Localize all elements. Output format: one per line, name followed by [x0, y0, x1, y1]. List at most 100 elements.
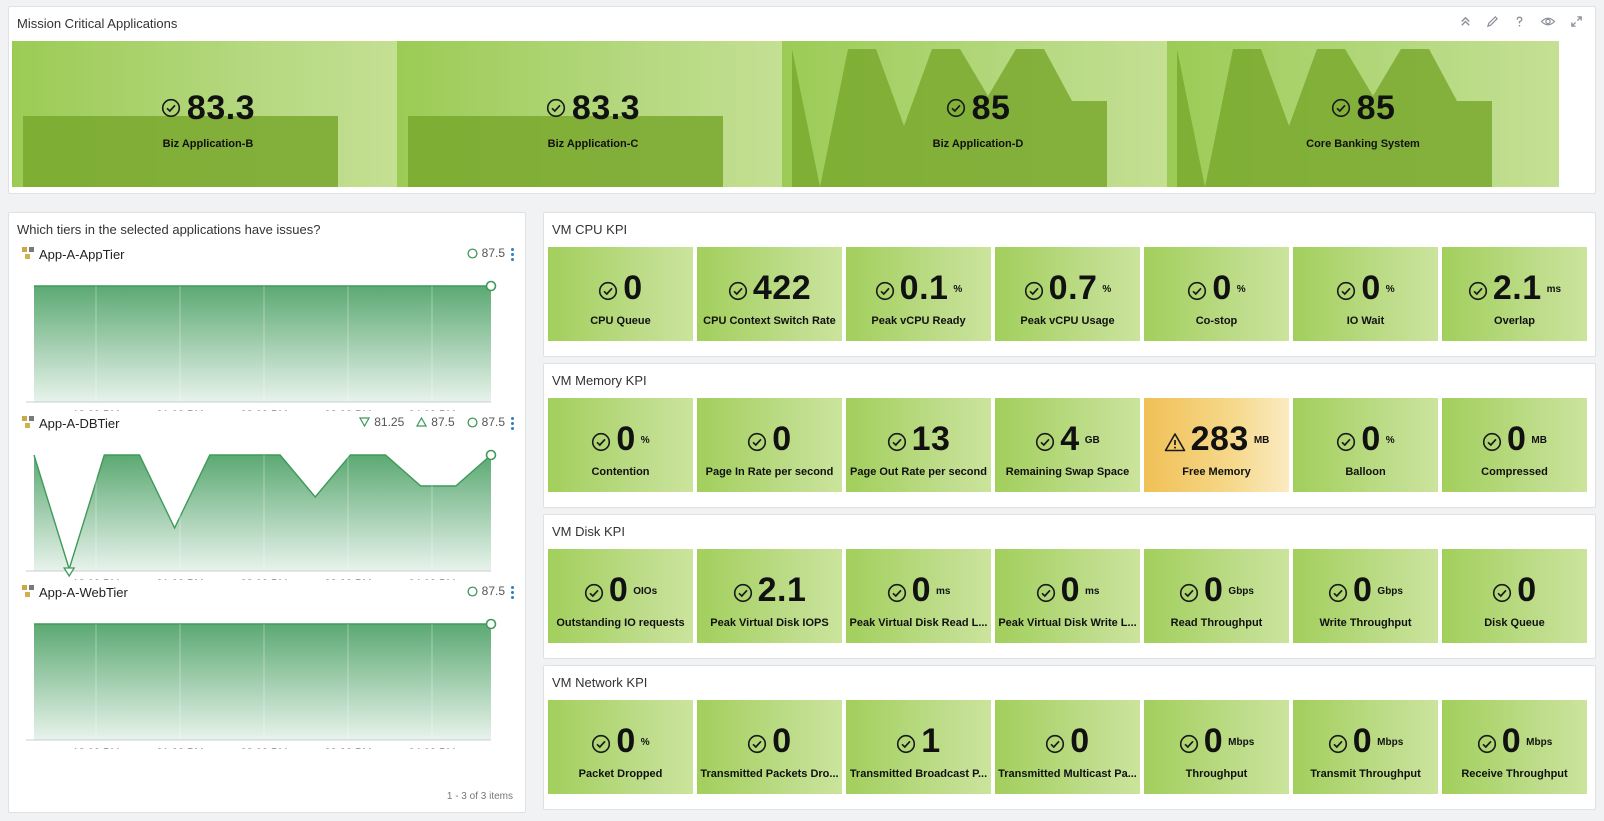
health-area [34, 624, 491, 740]
kpi-tile[interactable]: 0 MB Compressed [1442, 398, 1587, 492]
max-value: 87.5 [416, 415, 455, 429]
kpi-tile[interactable]: 0.7% Peak vCPU Usage [995, 247, 1140, 341]
kpi-value: 13 [911, 420, 951, 458]
edit-icon[interactable] [1486, 15, 1499, 28]
kpi-tile[interactable]: 0% Contention [548, 398, 693, 492]
check-circle-icon [747, 734, 767, 754]
min-marker [62, 567, 76, 578]
kpi-tile[interactable]: 0 CPU Queue [548, 247, 693, 341]
kpi-unit: % [640, 737, 650, 748]
kpi-label: Disk Queue [1484, 617, 1545, 629]
check-circle-icon [546, 98, 566, 118]
kpi-unit: GB [1084, 435, 1100, 446]
kpi-unit: OIOs [633, 586, 658, 597]
tier-name-link[interactable]: App-A-AppTier [21, 246, 125, 263]
check-circle-icon [887, 583, 907, 603]
panel-title: Mission Critical Applications [17, 16, 178, 31]
kpi-value: 0 [616, 722, 636, 760]
app-name: Core Banking System [1306, 138, 1420, 150]
tier-health-chart[interactable]: 12:00 PM 01:00 PM 02:00 PM 03:00 PM 04:00 PM [9, 435, 527, 580]
kpi-tile[interactable]: 0 ms Peak Virtual Disk Read L... [846, 549, 991, 643]
app-health-tile[interactable]: 83.3 Biz Application-C [397, 41, 789, 187]
kpi-value: 0 [1204, 571, 1224, 609]
tier-values: 87.5 [467, 246, 505, 260]
check-circle-icon [1179, 583, 1199, 603]
kpi-tile[interactable]: 13 Page Out Rate per second [846, 398, 991, 492]
kpi-value: 0 [1361, 269, 1381, 307]
check-circle-icon [1187, 281, 1207, 301]
kpi-value: 2.1 [757, 571, 807, 609]
health-area [34, 286, 491, 402]
kpi-unit: % [953, 284, 963, 295]
kpi-tile[interactable]: 2.1 ms Overlap [1442, 247, 1587, 341]
check-circle-icon [1477, 734, 1497, 754]
eye-icon[interactable] [1540, 15, 1556, 28]
kpi-unit: ms [1546, 284, 1562, 295]
kpi-tile[interactable]: 0 Page In Rate per second [697, 398, 842, 492]
kpi-tile[interactable]: 4 GB Remaining Swap Space [995, 398, 1140, 492]
kpi-panel: VM Network KPI 0% Packet Dropped 0 Transmitt… [543, 665, 1596, 810]
kpi-label: Peak vCPU Usage [1020, 315, 1115, 327]
expand-icon[interactable] [1570, 15, 1583, 28]
app-health-tile[interactable]: 83.3 Biz Application-B [12, 41, 404, 187]
x-tick-label: 02:00 PM [240, 409, 287, 411]
kpi-unit: ms [1084, 586, 1100, 597]
check-circle-icon [1336, 281, 1356, 301]
help-icon[interactable] [1513, 15, 1526, 28]
panel-title: VM Network KPI [552, 675, 648, 690]
kpi-tile[interactable]: 0 OIOs Outstanding IO requests [548, 549, 693, 643]
tier-item: App-A-WebTier 87.5 12:00 PM 01:00 PM 02:00 P… [9, 584, 527, 749]
kpi-tile[interactable]: 0 Mbps Transmit Throughput [1293, 700, 1438, 794]
kpi-tile[interactable]: 0% Co-stop [1144, 247, 1289, 341]
kpi-label: Free Memory [1182, 466, 1251, 478]
kpi-tile[interactable]: 0% IO Wait [1293, 247, 1438, 341]
triangle-down-icon [359, 417, 371, 427]
kpi-unit: Mbps [1526, 737, 1553, 748]
check-circle-icon [161, 98, 181, 118]
kpi-tile[interactable]: 0% Balloon [1293, 398, 1438, 492]
check-circle-icon [1179, 734, 1199, 754]
tier-name-link[interactable]: App-A-DBTier [21, 415, 119, 432]
kpi-unit: MB [1531, 435, 1547, 446]
collapse-icon[interactable] [1459, 15, 1472, 28]
kpi-tile[interactable]: 0 Mbps Throughput [1144, 700, 1289, 794]
kpi-value: 0.1 [899, 269, 949, 307]
kpi-unit: ms [935, 586, 951, 597]
check-circle-icon [875, 281, 895, 301]
health-value: 85 [971, 89, 1011, 127]
kpi-tile[interactable]: 0 Transmitted Packets Dro... [697, 700, 842, 794]
check-circle-icon [896, 734, 916, 754]
check-circle-icon [1482, 432, 1502, 452]
kpi-tile[interactable]: 0 Mbps Receive Throughput [1442, 700, 1587, 794]
kpi-tile[interactable]: 0 Disk Queue [1442, 549, 1587, 643]
kpi-unit: Mbps [1228, 737, 1255, 748]
kpi-tile[interactable]: 0% Packet Dropped [548, 700, 693, 794]
check-circle-icon [584, 583, 604, 603]
kpi-tile[interactable]: 0 Gbps Read Throughput [1144, 549, 1289, 643]
kpi-tile[interactable]: 0 ms Peak Virtual Disk Write L... [995, 549, 1140, 643]
kpi-tile[interactable]: 422 CPU Context Switch Rate [697, 247, 842, 341]
check-circle-icon [1492, 583, 1512, 603]
kpi-tile[interactable]: 1 Transmitted Broadcast P... [846, 700, 991, 794]
tier-name-link[interactable]: App-A-WebTier [21, 584, 128, 601]
check-circle-icon [946, 98, 966, 118]
app-name: Biz Application-B [162, 138, 254, 150]
kpi-tile[interactable]: 0 Gbps Write Throughput [1293, 549, 1438, 643]
more-actions-icon[interactable] [511, 586, 515, 600]
check-circle-icon [1036, 583, 1056, 603]
app-health-tile[interactable]: 85 Biz Application-D [782, 41, 1174, 187]
panel-title: VM CPU KPI [552, 222, 628, 237]
more-actions-icon[interactable] [511, 248, 515, 262]
tier-health-chart[interactable]: 12:00 PM 01:00 PM 02:00 PM 03:00 PM 04:00 PM [9, 266, 527, 411]
app-health-tile[interactable]: 85 Core Banking System [1167, 41, 1559, 187]
kpi-tile[interactable]: 2.1 Peak Virtual Disk IOPS [697, 549, 842, 643]
tier-health-chart[interactable]: 12:00 PM 01:00 PM 02:00 PM 03:00 PM 04:00 PM [9, 604, 527, 749]
kpi-tile[interactable]: 0.1% Peak vCPU Ready [846, 247, 991, 341]
kpi-tile[interactable]: 283 MB Free Memory [1144, 398, 1289, 492]
kpi-tile[interactable]: 0 Transmitted Multicast Pa... [995, 700, 1140, 794]
more-actions-icon[interactable] [511, 417, 515, 431]
tier-item: App-A-DBTier 81.25 87.5 87.5 12:00 PM 01:00 P… [9, 415, 527, 580]
app-name: Biz Application-D [932, 138, 1024, 150]
kpi-label: Receive Throughput [1461, 768, 1568, 780]
panel-title: VM Memory KPI [552, 373, 647, 388]
